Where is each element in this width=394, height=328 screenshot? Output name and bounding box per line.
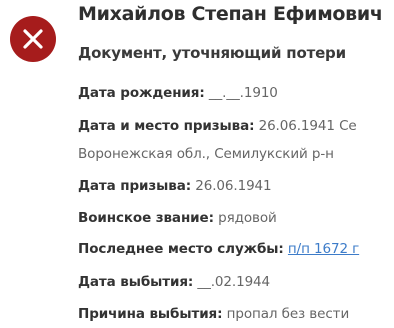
last-service-label: Последнее место службы: [78, 241, 284, 257]
draft-date-label: Дата призыва: [78, 178, 192, 194]
draft-date-place-row: Дата и место призыва: 26.06.1941 Се [78, 118, 357, 134]
record-card: Михайлов Степан Ефимович Документ, уточн… [0, 0, 394, 328]
departure-reason-value: пропал без вести [226, 306, 350, 322]
x-icon [10, 16, 56, 62]
birth-date-row: Дата рождения: __.__.1910 [78, 85, 278, 101]
departure-date-row: Дата выбытия: __.02.1944 [78, 274, 270, 290]
birth-date-value: __.__.1910 [208, 85, 278, 101]
departure-reason-row: Причина выбытия: пропал без вести [78, 306, 349, 322]
rank-label: Воинское звание: [78, 210, 214, 226]
departure-date-label: Дата выбытия: [78, 274, 194, 290]
departure-date-value: __.02.1944 [197, 274, 271, 290]
person-name[interactable]: Михайлов Степан Ефимович [78, 3, 383, 25]
document-type: Документ, уточняющий потери [78, 44, 346, 62]
last-service-row: Последнее место службы: п/п 1672 г [78, 241, 359, 257]
draft-date-place-value: 26.06.1941 Се [258, 118, 357, 134]
draft-date-place-label: Дата и место призыва: [78, 118, 255, 134]
draft-date-value: 26.06.1941 [195, 178, 272, 194]
departure-reason-label: Причина выбытия: [78, 306, 223, 322]
rank-row: Воинское звание: рядовой [78, 210, 277, 226]
rank-value: рядовой [218, 210, 277, 226]
draft-date-row: Дата призыва: 26.06.1941 [78, 178, 272, 194]
last-service-link[interactable]: п/п 1672 г [288, 241, 359, 257]
draft-place-continuation: Воронежская обл., Семилукский р-н [78, 146, 334, 162]
birth-date-label: Дата рождения: [78, 85, 205, 101]
